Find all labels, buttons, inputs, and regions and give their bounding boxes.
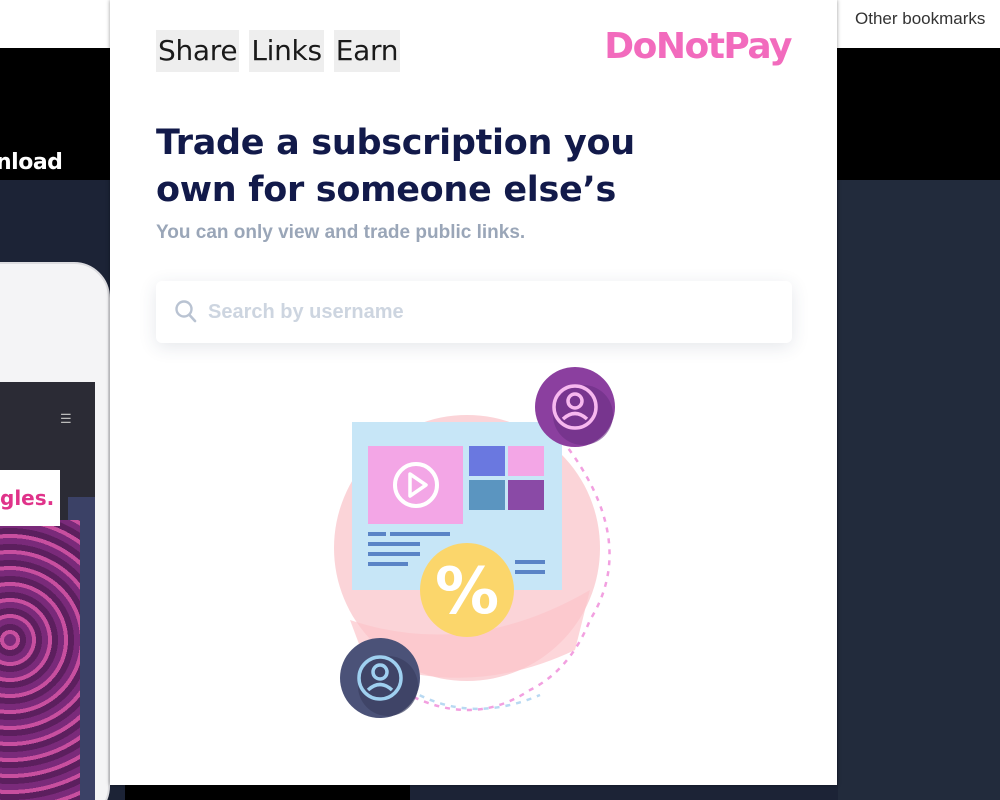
background-phone-artwork — [0, 520, 80, 800]
nav-earn[interactable]: Earn — [333, 30, 401, 72]
search-input[interactable] — [208, 300, 768, 324]
video-thumbnail — [368, 446, 463, 524]
nav-links[interactable]: Links — [249, 30, 324, 72]
background-phone-banner-text: gles. — [0, 486, 55, 510]
tile-4 — [508, 480, 544, 510]
background-download-link[interactable]: nload — [0, 150, 63, 175]
popup-nav: Share Links Earn — [156, 30, 401, 72]
trade-illustration: % — [334, 367, 615, 718]
page-title-line-2: own for someone else’s — [156, 170, 617, 210]
tile-1 — [469, 446, 505, 476]
search-icon — [175, 300, 197, 323]
connector-line-blue — [409, 688, 541, 710]
background-bottom-strip — [125, 784, 410, 800]
page-title: Trade a subscription you own for someone… — [156, 120, 636, 214]
menu-icon: ☰ — [60, 411, 72, 426]
page-title-line-1: Trade a subscription you — [156, 123, 635, 163]
percent-symbol: % — [435, 555, 499, 629]
donotpay-popup: Share Links Earn DoNotPay Trade a subscr… — [110, 0, 837, 785]
search-box — [156, 281, 792, 343]
nav-share[interactable]: Share — [156, 30, 240, 72]
page-subtitle: You can only view and trade public links… — [156, 222, 526, 243]
tile-2 — [508, 446, 544, 476]
background-right-panel — [838, 180, 1000, 800]
other-bookmarks-link[interactable]: Other bookmarks — [855, 9, 985, 29]
tile-3 — [469, 480, 505, 510]
brand-logo: DoNotPay — [604, 26, 792, 67]
